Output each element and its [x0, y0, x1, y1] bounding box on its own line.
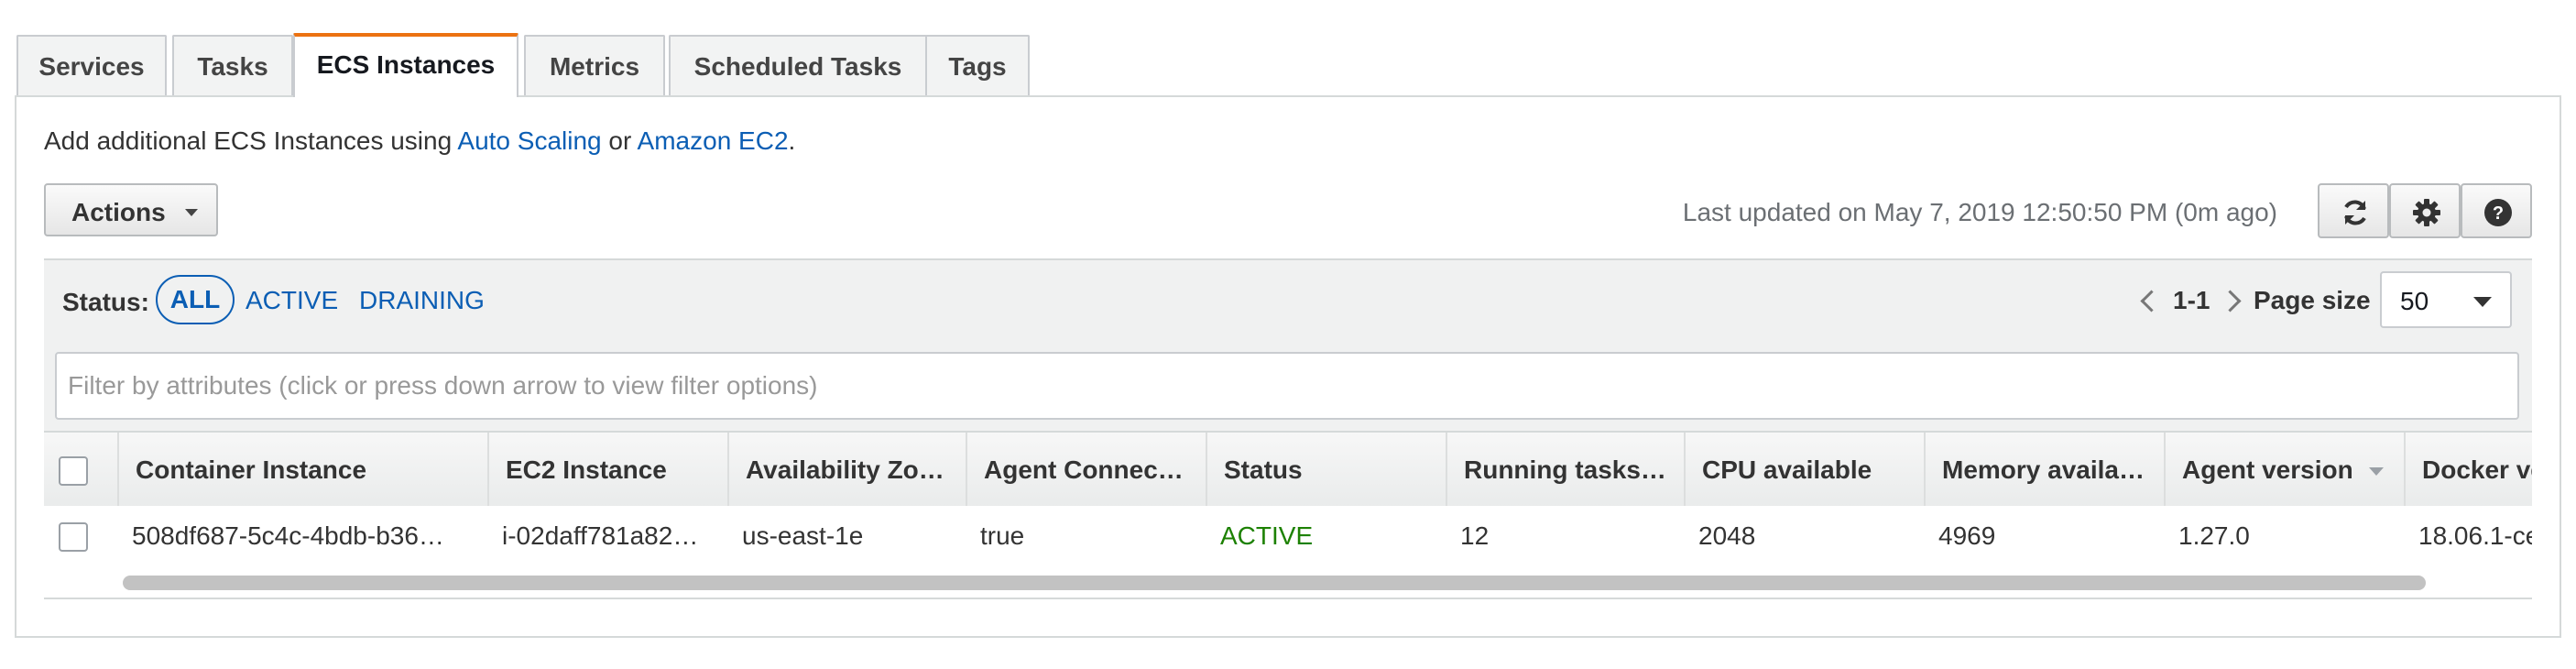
table-header: Container Instance EC2 Instance Availabi…	[44, 431, 2532, 510]
col-agent-connected[interactable]: Agent Connec…	[966, 433, 1206, 508]
page-size-label: Page size	[2254, 286, 2371, 314]
ec2-instance-link[interactable]: i-02daff781a82…	[487, 506, 727, 568]
availability-zone-cell: us-east-1e	[742, 521, 864, 550]
chevron-down-icon	[2473, 297, 2492, 307]
amazon-ec2-link[interactable]: Amazon EC2	[638, 126, 789, 155]
table-toolbar: Status: ALL ACTIVE DRAINING 1-1 Page siz…	[44, 258, 2532, 345]
col-docker-version[interactable]: Docker ve	[2404, 433, 2532, 508]
scrollbar-thumb[interactable]	[123, 576, 2426, 590]
help-icon: ?	[2484, 199, 2512, 226]
col-agent-version[interactable]: Agent version	[2164, 433, 2404, 508]
filter-bar	[44, 343, 2532, 431]
refresh-icon	[2344, 200, 2366, 225]
next-page-icon[interactable]	[2219, 290, 2242, 313]
running-tasks-cell: 12	[1460, 521, 1490, 550]
select-all-checkbox[interactable]	[59, 456, 88, 486]
tab-scheduled-tasks[interactable]: Scheduled Tasks	[669, 35, 927, 95]
intro-suffix: .	[788, 126, 796, 155]
col-cpu-available[interactable]: CPU available	[1684, 433, 1924, 508]
settings-button[interactable]	[2389, 183, 2461, 238]
status-filter-all[interactable]: ALL	[156, 275, 235, 324]
col-ec2-instance[interactable]: EC2 Instance	[487, 433, 727, 508]
caret-down-icon	[185, 209, 198, 216]
intro-prefix: Add additional ECS Instances using	[44, 126, 458, 155]
page-size-select[interactable]: 50	[2380, 271, 2512, 328]
intro-middle: or	[601, 126, 638, 155]
tab-tags[interactable]: Tags	[925, 35, 1030, 95]
table-row: 508df687-5c4c-4bdb-b36… i-02daff781a82… …	[44, 506, 2532, 568]
agent-version-cell: 1.27.0	[2178, 521, 2250, 550]
tab-services[interactable]: Services	[16, 35, 167, 95]
tab-metrics[interactable]: Metrics	[524, 35, 665, 95]
actions-label: Actions	[71, 198, 166, 226]
docker-version-cell: 18.06.1-ce	[2418, 521, 2532, 550]
col-memory-available[interactable]: Memory availa…	[1924, 433, 2164, 508]
status-filter-active[interactable]: ACTIVE	[246, 286, 338, 315]
col-availability-zone[interactable]: Availability Zo…	[727, 433, 966, 508]
tab-tasks[interactable]: Tasks	[172, 35, 293, 95]
memory-available-cell: 4969	[1938, 521, 1996, 550]
tab-ecs-instances[interactable]: ECS Instances	[293, 33, 518, 97]
status-cell: ACTIVE	[1220, 521, 1314, 550]
refresh-button[interactable]	[2318, 183, 2389, 238]
last-updated-text: Last updated on May 7, 2019 12:50:50 PM …	[1682, 198, 2277, 226]
gear-icon	[2413, 199, 2440, 226]
page-range: 1-1	[2173, 286, 2210, 314]
auto-scaling-link[interactable]: Auto Scaling	[457, 126, 601, 155]
agent-connected-cell: true	[980, 521, 1025, 550]
help-button[interactable]: ?	[2461, 183, 2532, 238]
col-agent-version-label: Agent version	[2182, 455, 2353, 484]
sort-descending-icon	[2369, 467, 2384, 476]
horizontal-scrollbar[interactable]	[44, 568, 2532, 599]
svg-text:?: ?	[2493, 203, 2504, 224]
previous-page-icon[interactable]	[2140, 290, 2163, 313]
container-instance-link[interactable]: 508df687-5c4c-4bdb-b36…	[117, 506, 487, 568]
cpu-available-cell: 2048	[1698, 521, 1756, 550]
status-label: Status:	[62, 288, 149, 316]
actions-button[interactable]: Actions	[44, 183, 218, 236]
filter-input[interactable]	[55, 352, 2519, 420]
status-filter-draining[interactable]: DRAINING	[359, 286, 485, 315]
row-checkbox[interactable]	[59, 522, 88, 552]
intro-text: Add additional ECS Instances using Auto …	[44, 126, 795, 156]
page-size-value: 50	[2400, 287, 2429, 315]
col-status[interactable]: Status	[1206, 433, 1446, 508]
col-container-instance[interactable]: Container Instance	[117, 433, 487, 508]
col-running-tasks[interactable]: Running tasks…	[1446, 433, 1684, 508]
